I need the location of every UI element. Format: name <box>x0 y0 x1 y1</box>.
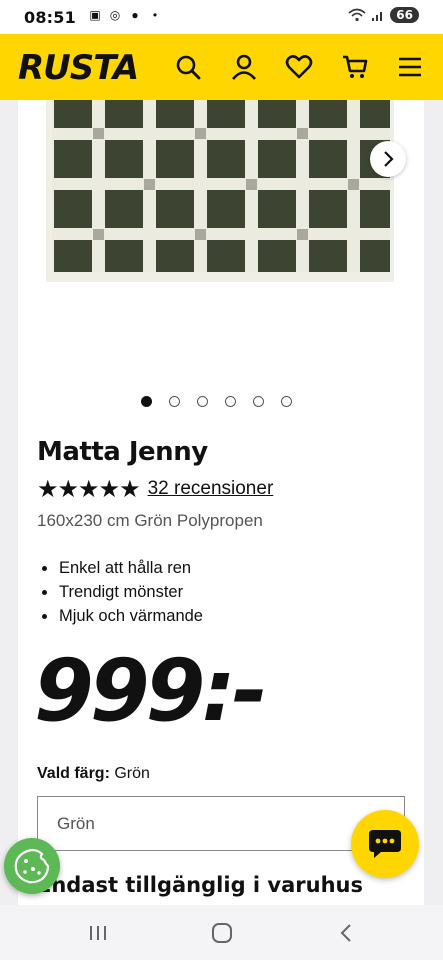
instagram-icon: ◎ <box>109 8 121 22</box>
carousel-dot[interactable] <box>141 396 152 407</box>
screenshot-icon: ▣ <box>89 8 101 22</box>
reviews-link[interactable]: 32 recensioner <box>148 478 274 500</box>
home-icon <box>212 923 232 943</box>
carousel-dot[interactable] <box>253 396 264 407</box>
more-notifications-icon: • <box>152 8 158 22</box>
logo[interactable]: RUSTA <box>18 48 139 88</box>
notification-icons: ▣ ◎ ● • <box>88 8 162 22</box>
status-time: 08:51 <box>24 8 76 27</box>
feature-list: Enkel att hålla ren Trendigt mönster Mju… <box>37 556 203 628</box>
product-image[interactable] <box>46 100 394 282</box>
product-card: Matta Jenny ★★★★★ 32 recensioner 160x230… <box>18 100 424 905</box>
recent-apps-icon <box>90 926 106 940</box>
status-right: 66 <box>348 7 419 23</box>
chevron-right-icon <box>384 151 394 167</box>
product-subtitle: 160x230 cm Grön Polypropen <box>37 511 263 530</box>
rug-pattern <box>52 100 390 272</box>
status-bar: 08:51 ▣ ◎ ● • 66 <box>0 0 443 34</box>
chat-icon <box>369 830 401 858</box>
recent-apps-button[interactable] <box>83 918 113 948</box>
wifi-icon <box>348 8 366 22</box>
availability-heading: Endast tillgänglig i varuhus <box>37 873 363 897</box>
color-select[interactable]: Grön <box>37 796 405 851</box>
selected-color-label: Vald färg: <box>37 765 110 782</box>
system-nav-bar <box>0 905 443 960</box>
carousel-dots <box>141 396 292 407</box>
battery-indicator: 66 <box>390 7 419 23</box>
signal-icon <box>372 12 383 21</box>
home-button[interactable] <box>207 918 237 948</box>
color-select-value: Grön <box>57 814 95 833</box>
selected-color-value: Grön <box>114 765 150 782</box>
carousel-dot[interactable] <box>169 396 180 407</box>
heart-icon[interactable] <box>285 53 313 81</box>
back-icon <box>340 924 351 942</box>
feature-item: Mjuk och värmande <box>37 604 203 628</box>
menu-icon[interactable] <box>396 53 424 81</box>
carousel-dot[interactable] <box>225 396 236 407</box>
feature-item: Trendigt mönster <box>37 580 203 604</box>
user-icon[interactable] <box>230 53 258 81</box>
feature-item: Enkel att hålla ren <box>37 556 203 580</box>
carousel-dot[interactable] <box>197 396 208 407</box>
cookie-settings-button[interactable] <box>4 838 60 894</box>
chat-button[interactable] <box>351 810 419 878</box>
product-title: Matta Jenny <box>37 437 208 467</box>
site-header: RUSTA <box>0 34 443 100</box>
cookie-icon <box>14 848 50 884</box>
carousel-dot[interactable] <box>281 396 292 407</box>
back-button[interactable] <box>331 918 361 948</box>
carousel-next-button[interactable] <box>370 141 406 177</box>
facebook-icon: ● <box>131 8 139 22</box>
selected-color: Vald färg: Grön <box>37 765 150 783</box>
search-icon[interactable] <box>174 53 202 81</box>
product-rating: ★★★★★ 32 recensioner <box>37 475 273 503</box>
rating-stars: ★★★★★ <box>37 475 141 503</box>
cart-icon[interactable] <box>341 53 369 81</box>
product-price: 999:- <box>34 641 268 741</box>
